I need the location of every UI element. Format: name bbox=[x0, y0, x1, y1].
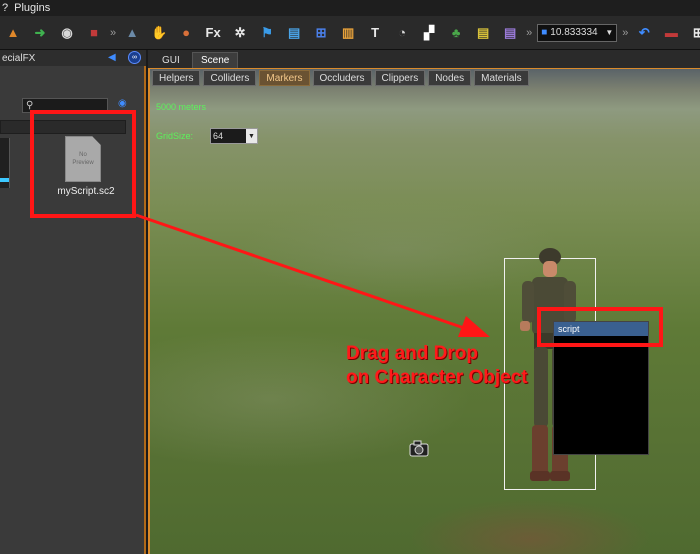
hierarchy-icon[interactable]: ⊞ bbox=[310, 22, 332, 44]
note-yellow-icon[interactable]: ▤ bbox=[472, 22, 494, 44]
distance-readout: 5000 meters bbox=[156, 102, 207, 112]
grid-size-label: GridSize: bbox=[156, 131, 194, 141]
annotation-text: Drag and Drop on Character Object bbox=[346, 342, 528, 390]
fx-icon[interactable]: Fx bbox=[202, 22, 224, 44]
specialfx-panel-header: ecialFX ◀ ∞ bbox=[0, 50, 146, 66]
panel-title: ecialFX bbox=[2, 52, 36, 64]
collapse-arrow-icon[interactable]: ◀ bbox=[108, 52, 116, 63]
export-icon[interactable]: ➜ bbox=[29, 22, 51, 44]
viewport-btn-nodes[interactable]: Nodes bbox=[428, 70, 472, 86]
menu-plugins[interactable]: Plugins bbox=[14, 2, 50, 14]
document-icon[interactable]: ▤ bbox=[283, 22, 305, 44]
grid-size-select[interactable]: 64 ▼ bbox=[210, 128, 258, 144]
toolbar-overflow-icon[interactable]: » bbox=[526, 27, 532, 39]
annotation-script-highlight bbox=[537, 307, 663, 347]
toolbar-overflow-icon[interactable]: » bbox=[622, 27, 628, 39]
combo-value: 10.833334 bbox=[550, 27, 598, 38]
viewport-toolbar: Helpers Colliders Markers Occluders Clippers… bbox=[152, 70, 529, 87]
viewport-btn-helpers[interactable]: Helpers bbox=[152, 70, 201, 86]
viewport-tabs: GUI Scene bbox=[148, 50, 700, 68]
viewport-btn-clippers[interactable]: Clippers bbox=[374, 70, 426, 86]
menu-bar: ? Plugins bbox=[0, 0, 700, 16]
filter-eye-icon[interactable]: ◉ bbox=[118, 98, 127, 109]
page-icon[interactable]: ▤ bbox=[499, 22, 521, 44]
sphere-icon[interactable]: ● bbox=[175, 22, 197, 44]
grid-icon[interactable]: ⊞ bbox=[687, 22, 700, 44]
clock-icon[interactable]: ◔ bbox=[391, 22, 413, 44]
undo-icon[interactable]: ↶ bbox=[633, 22, 655, 44]
chevron-down-icon: ▼ bbox=[605, 28, 614, 37]
chevron-down-icon: ▼ bbox=[246, 129, 257, 143]
grid-size-value: 64 bbox=[213, 131, 224, 141]
panel-options-icon[interactable]: ∞ bbox=[128, 51, 141, 64]
tab-scene[interactable]: Scene bbox=[192, 52, 239, 68]
mountain-icon[interactable]: ▲ bbox=[121, 22, 143, 44]
terrain-icon[interactable]: ▲ bbox=[2, 22, 24, 44]
main-toolbar: ▲ ➜ ◉ ■» ▲ ✋ ● Fx ✲ ⚑ ▤ ⊞ ▥ T ◔ ▞ ♣ ▤ ▤» ■ 10.833334 ▼» ↶ ▬ ⊞ bbox=[0, 16, 700, 50]
cube-icon[interactable]: ■ bbox=[83, 22, 105, 44]
viewport-btn-materials[interactable]: Materials bbox=[474, 70, 529, 86]
hand-icon[interactable]: ✋ bbox=[148, 22, 170, 44]
flag-icon[interactable]: ⚑ bbox=[256, 22, 278, 44]
value-combo[interactable]: ■ 10.833334 ▼ bbox=[537, 23, 618, 42]
viewport-btn-markers[interactable]: Markers bbox=[259, 70, 310, 86]
notes-icon[interactable]: ▥ bbox=[337, 22, 359, 44]
annotation-file-highlight bbox=[30, 110, 136, 218]
annotation-line-2: on Character Object bbox=[346, 367, 528, 388]
checker-icon[interactable]: ▞ bbox=[418, 22, 440, 44]
viewport-btn-occluders[interactable]: Occluders bbox=[312, 70, 372, 86]
viewport-btn-colliders[interactable]: Colliders bbox=[203, 70, 257, 86]
camera-icon[interactable] bbox=[408, 438, 432, 458]
combo-cube-icon: ■ bbox=[541, 27, 548, 38]
tree-icon[interactable]: ♣ bbox=[445, 22, 467, 44]
menu-help[interactable]: ? bbox=[2, 2, 8, 14]
car-icon[interactable]: ▬ bbox=[660, 22, 682, 44]
gear-wheel-icon[interactable]: ✲ bbox=[229, 22, 251, 44]
text-icon[interactable]: T bbox=[364, 22, 386, 44]
disc-icon[interactable]: ◉ bbox=[56, 22, 78, 44]
tab-gui[interactable]: GUI bbox=[154, 52, 188, 68]
annotation-line-1: Drag and Drop bbox=[346, 343, 478, 364]
toolbar-overflow-icon[interactable]: » bbox=[110, 27, 116, 39]
asset-item-partial[interactable] bbox=[0, 138, 10, 188]
asset-selection-glow bbox=[0, 178, 9, 182]
